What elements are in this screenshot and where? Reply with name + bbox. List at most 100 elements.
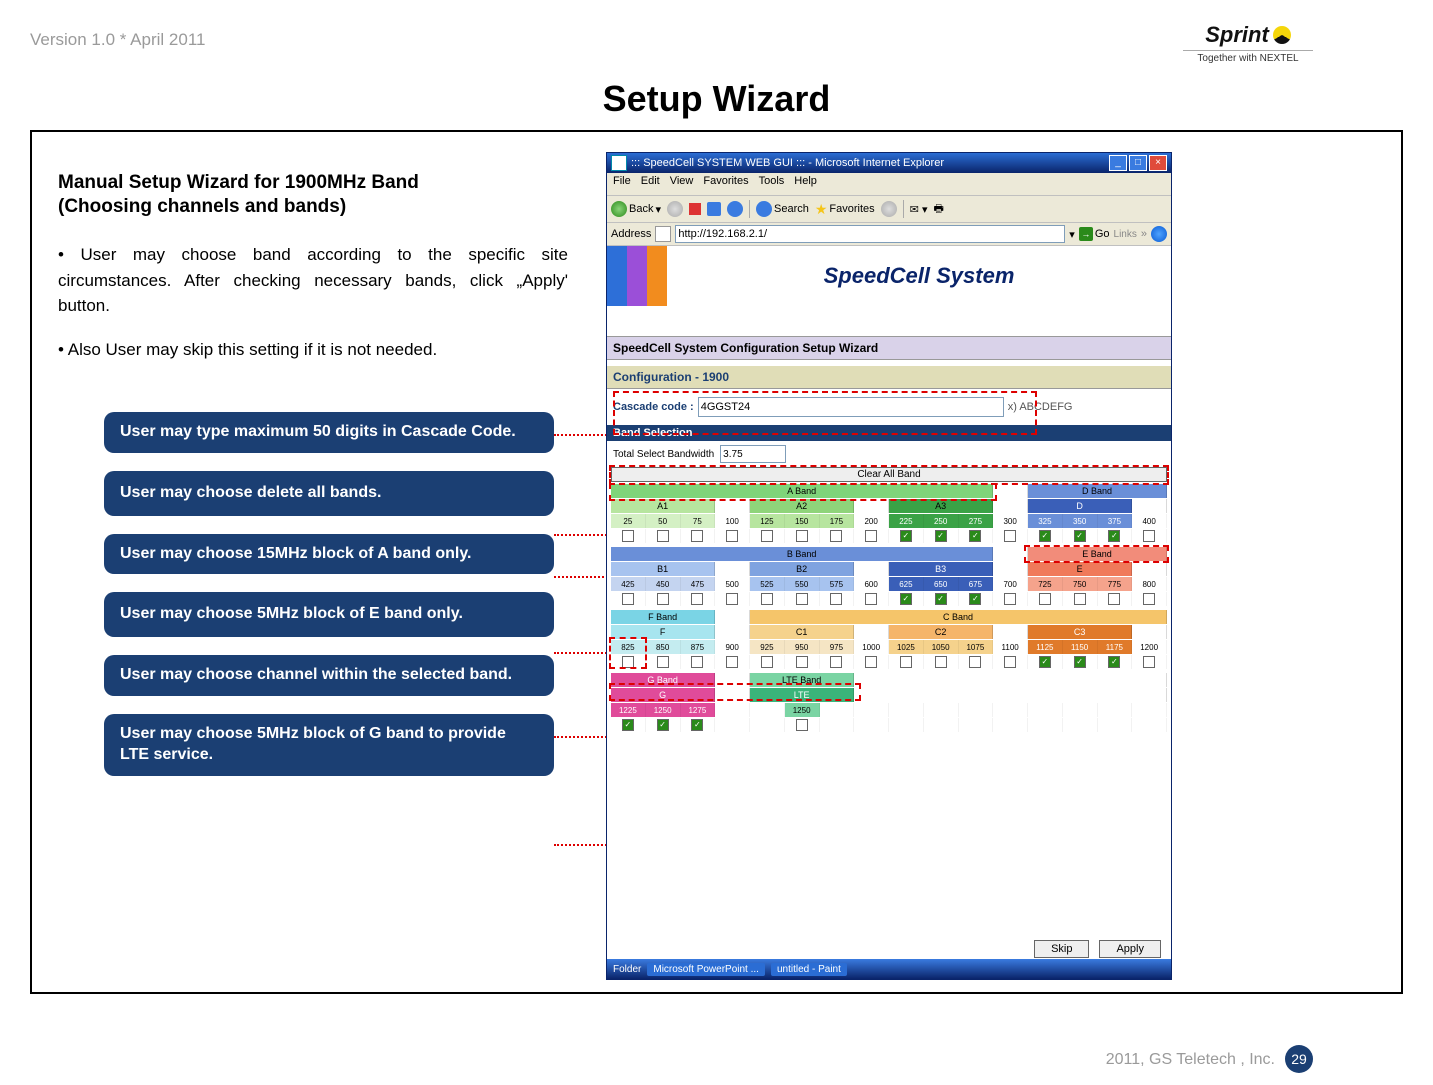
- search-button[interactable]: Search: [756, 201, 809, 217]
- sub-b1[interactable]: B1: [611, 562, 715, 576]
- band-checkbox[interactable]: [830, 593, 842, 605]
- band-checkbox[interactable]: [1074, 530, 1086, 542]
- back-button[interactable]: Back ▾: [611, 201, 661, 217]
- go-button[interactable]: →Go: [1079, 227, 1110, 241]
- sub-c2[interactable]: C2: [889, 625, 993, 639]
- apply-button[interactable]: Apply: [1099, 940, 1161, 958]
- home-button[interactable]: [727, 201, 743, 217]
- clear-all-button[interactable]: Clear All Band: [611, 467, 1167, 482]
- band-checkbox[interactable]: [657, 719, 669, 731]
- band-checkbox[interactable]: [935, 593, 947, 605]
- e-band-label[interactable]: E Band: [1028, 547, 1167, 561]
- band-checkbox[interactable]: [1108, 530, 1120, 542]
- g-band-label[interactable]: G Band: [611, 673, 715, 687]
- d-band-label[interactable]: D Band: [1028, 484, 1167, 498]
- band-checkbox[interactable]: [1004, 656, 1016, 668]
- menu-tools[interactable]: Tools: [759, 175, 785, 193]
- band-checkbox[interactable]: [969, 530, 981, 542]
- a-band-label[interactable]: A Band: [611, 484, 993, 498]
- band-checkbox[interactable]: [1074, 656, 1086, 668]
- band-checkbox[interactable]: [691, 719, 703, 731]
- sub-g[interactable]: G: [611, 688, 715, 702]
- sub-a1[interactable]: A1: [611, 499, 715, 513]
- sub-c1[interactable]: C1: [750, 625, 854, 639]
- band-checkbox[interactable]: [865, 593, 877, 605]
- band-checkbox[interactable]: [1004, 593, 1016, 605]
- c-band-label[interactable]: C Band: [750, 610, 1167, 624]
- band-checkbox[interactable]: [865, 530, 877, 542]
- band-checkbox[interactable]: [830, 656, 842, 668]
- b-band-label[interactable]: B Band: [611, 547, 993, 561]
- sub-d[interactable]: D: [1028, 499, 1132, 513]
- band-checkbox[interactable]: [691, 593, 703, 605]
- menu-edit[interactable]: Edit: [641, 175, 660, 193]
- refresh-button[interactable]: [707, 202, 721, 216]
- cascade-input[interactable]: [698, 397, 1004, 417]
- band-checkbox[interactable]: [1004, 530, 1016, 542]
- band-checkbox[interactable]: [830, 530, 842, 542]
- band-checkbox[interactable]: [1074, 593, 1086, 605]
- band-checkbox[interactable]: [622, 530, 634, 542]
- band-checkbox[interactable]: [1039, 530, 1051, 542]
- band-checkbox[interactable]: [691, 530, 703, 542]
- sub-a2[interactable]: A2: [750, 499, 854, 513]
- forward-button[interactable]: [667, 201, 683, 217]
- f-band-label[interactable]: F Band: [611, 610, 715, 624]
- band-checkbox[interactable]: [969, 656, 981, 668]
- band-checkbox[interactable]: [657, 593, 669, 605]
- band-checkbox[interactable]: [935, 656, 947, 668]
- maximize-button[interactable]: □: [1129, 155, 1147, 171]
- skip-button[interactable]: Skip: [1034, 940, 1089, 958]
- sub-a3[interactable]: A3: [889, 499, 993, 513]
- band-checkbox[interactable]: [796, 530, 808, 542]
- task-ppt[interactable]: Microsoft PowerPoint ...: [647, 963, 765, 976]
- menu-view[interactable]: View: [670, 175, 694, 193]
- band-checkbox[interactable]: [622, 593, 634, 605]
- close-button[interactable]: ×: [1149, 155, 1167, 171]
- favorites-button[interactable]: ★Favorites: [815, 201, 875, 218]
- band-checkbox[interactable]: [726, 530, 738, 542]
- menu-help[interactable]: Help: [794, 175, 817, 193]
- total-bandwidth[interactable]: [720, 445, 786, 463]
- band-checkbox[interactable]: [796, 656, 808, 668]
- band-checkbox[interactable]: [761, 530, 773, 542]
- band-checkbox[interactable]: [691, 656, 703, 668]
- history-button[interactable]: [881, 201, 897, 217]
- lte-band-label[interactable]: LTE Band: [750, 673, 854, 687]
- band-checkbox[interactable]: [900, 530, 912, 542]
- band-checkbox[interactable]: [622, 656, 634, 668]
- sub-f[interactable]: F: [611, 625, 715, 639]
- mail-button[interactable]: ✉ ▾: [910, 203, 928, 216]
- band-checkbox[interactable]: [1143, 530, 1155, 542]
- band-checkbox[interactable]: [900, 593, 912, 605]
- task-paint[interactable]: untitled - Paint: [771, 963, 847, 976]
- address-input[interactable]: [675, 225, 1065, 243]
- band-checkbox[interactable]: [726, 593, 738, 605]
- sub-lte[interactable]: LTE: [750, 688, 854, 702]
- menu-favorites[interactable]: Favorites: [703, 175, 748, 193]
- band-checkbox[interactable]: [726, 656, 738, 668]
- band-checkbox[interactable]: [796, 719, 808, 731]
- band-checkbox[interactable]: [1039, 656, 1051, 668]
- minimize-button[interactable]: _: [1109, 155, 1127, 171]
- band-checkbox[interactable]: [657, 656, 669, 668]
- band-checkbox[interactable]: [796, 593, 808, 605]
- band-checkbox[interactable]: [900, 656, 912, 668]
- sub-c3[interactable]: C3: [1028, 625, 1132, 639]
- print-button[interactable]: 🖶: [933, 200, 943, 219]
- menu-file[interactable]: File: [613, 175, 631, 193]
- stop-button[interactable]: [689, 203, 701, 215]
- sub-b2[interactable]: B2: [750, 562, 854, 576]
- band-checkbox[interactable]: [761, 593, 773, 605]
- band-checkbox[interactable]: [1039, 593, 1051, 605]
- band-checkbox[interactable]: [657, 530, 669, 542]
- band-checkbox[interactable]: [1143, 593, 1155, 605]
- band-checkbox[interactable]: [1108, 656, 1120, 668]
- band-checkbox[interactable]: [969, 593, 981, 605]
- band-checkbox[interactable]: [761, 656, 773, 668]
- band-checkbox[interactable]: [1108, 593, 1120, 605]
- sub-b3[interactable]: B3: [889, 562, 993, 576]
- band-checkbox[interactable]: [865, 656, 877, 668]
- band-checkbox[interactable]: [622, 719, 634, 731]
- band-checkbox[interactable]: [935, 530, 947, 542]
